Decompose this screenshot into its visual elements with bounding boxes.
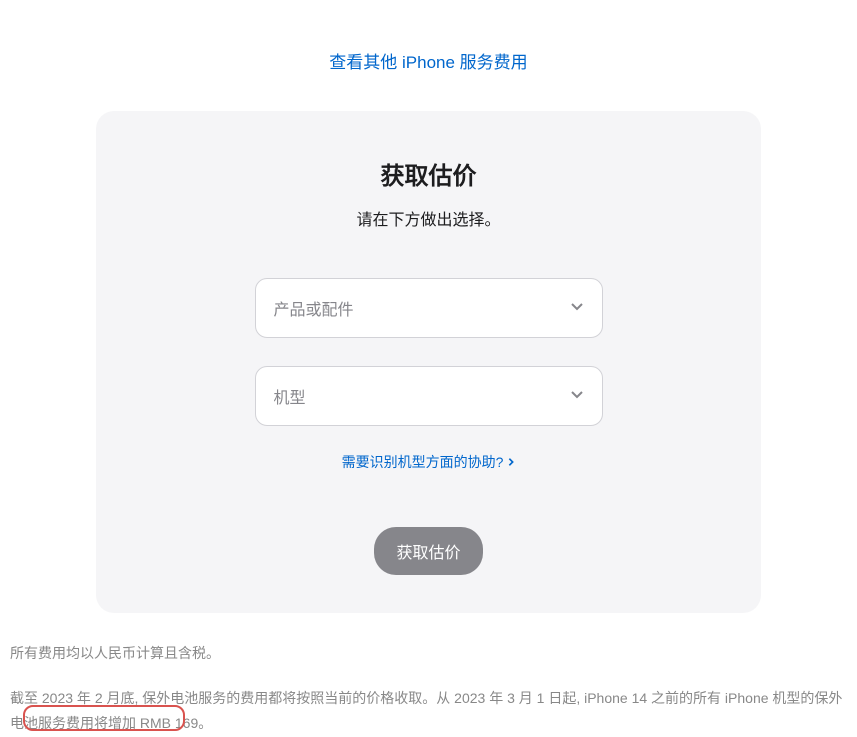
chevron-down-icon — [570, 299, 584, 318]
footer-price-change-note: 截至 2023 年 2 月底, 保外电池服务的费用都将按照当前的价格收取。从 2… — [10, 686, 847, 736]
other-iphone-services-link[interactable]: 查看其他 iPhone 服务费用 — [329, 53, 527, 72]
footer-notes: 所有费用均以人民币计算且含税。 截至 2023 年 2 月底, 保外电池服务的费… — [0, 641, 857, 737]
estimate-card: 获取估价 请在下方做出选择。 产品或配件 机型 需要识别机型方面的协助? 获取估… — [96, 111, 761, 613]
help-link-label: 需要识别机型方面的协助? — [342, 452, 504, 472]
card-subtitle: 请在下方做出选择。 — [136, 206, 721, 230]
footer-tax-note: 所有费用均以人民币计算且含税。 — [10, 641, 847, 666]
get-estimate-button[interactable]: 获取估价 — [374, 527, 482, 575]
chevron-down-icon — [570, 387, 584, 406]
chevron-right-icon — [507, 454, 515, 470]
product-select[interactable]: 产品或配件 — [255, 278, 603, 338]
card-title: 获取估价 — [136, 156, 721, 191]
identify-model-help-link[interactable]: 需要识别机型方面的协助? — [342, 452, 516, 472]
product-select-placeholder: 产品或配件 — [274, 296, 354, 320]
model-select[interactable]: 机型 — [255, 366, 603, 426]
model-select-placeholder: 机型 — [274, 384, 306, 408]
